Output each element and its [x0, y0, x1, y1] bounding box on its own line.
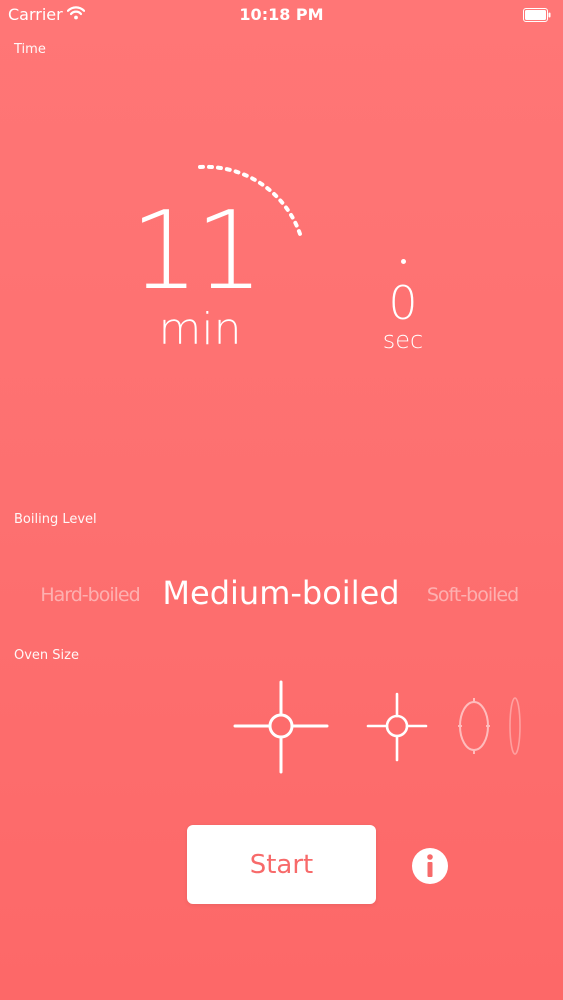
- boiling-option-soft[interactable]: Soft-boiled: [415, 584, 530, 606]
- burner-size-large-icon: [233, 680, 329, 774]
- start-button[interactable]: Start: [187, 825, 376, 904]
- boiling-level-section-label: Boiling Level: [14, 512, 97, 527]
- oven-size-picker[interactable]: [226, 676, 526, 780]
- boiling-option-hard[interactable]: Hard-boiled: [30, 584, 150, 606]
- burner-size-medium-icon: [366, 692, 428, 762]
- seconds-value[interactable]: 0: [370, 280, 436, 326]
- seconds-indicator-dot: [401, 259, 406, 264]
- status-time: 10:18 PM: [239, 5, 324, 24]
- minutes-value[interactable]: 11: [130, 198, 263, 306]
- burner-size-smallest-icon: [509, 697, 521, 755]
- battery-full-icon: [523, 8, 551, 22]
- time-section-label: Time: [14, 42, 46, 57]
- burner-size-small-icon: [458, 698, 490, 754]
- minutes-unit: min: [158, 304, 242, 355]
- oven-size-section-label: Oven Size: [14, 648, 79, 663]
- info-icon[interactable]: [411, 847, 449, 885]
- boiling-option-medium[interactable]: Medium-boiled: [140, 574, 422, 612]
- start-button-label: Start: [249, 849, 314, 880]
- status-bar: Carrier 10:18 PM: [0, 0, 563, 30]
- seconds-unit: sec: [382, 326, 424, 354]
